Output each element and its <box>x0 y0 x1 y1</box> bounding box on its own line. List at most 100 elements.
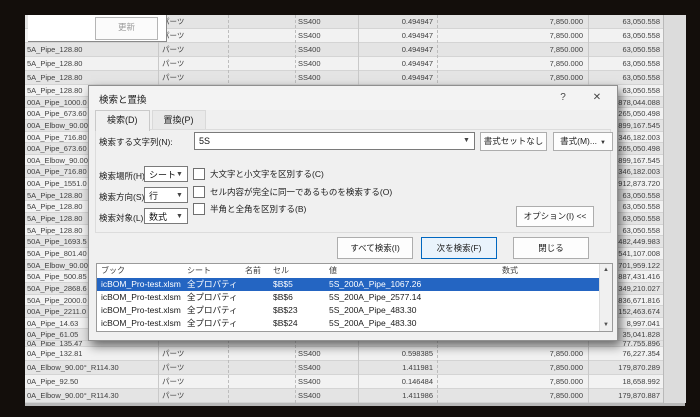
unit-weight-cell: 0.146484 <box>361 375 433 388</box>
header-sheet[interactable]: シート <box>187 264 211 278</box>
material-cell: SS400 <box>298 43 363 56</box>
total-weight-cell: 63,050.558 <box>525 71 660 84</box>
find-all-button[interactable]: すべて検索(I) <box>337 237 413 259</box>
part-type-cell: パーツ <box>162 43 226 56</box>
part-name-cell: 0A_Elbow_90.00°_R114.30 <box>27 361 157 374</box>
window-bottom-edge <box>25 403 685 406</box>
result-row[interactable]: icBOM_Pro-test.xlsm全プロパティ$B$245S_200A_Pi… <box>97 317 600 330</box>
chevron-down-icon: ▼ <box>173 189 186 201</box>
search-within-select[interactable]: シート ▼ <box>144 166 188 182</box>
material-cell <box>298 341 363 346</box>
close-icon[interactable]: ✕ <box>585 89 609 106</box>
results-header-row: ブック シート 名前 セル 値 数式 <box>97 264 600 279</box>
header-value[interactable]: 値 <box>329 264 337 278</box>
find-next-button[interactable]: 次を検索(F) <box>421 237 497 259</box>
unit-weight-cell: 1.411986 <box>361 389 433 402</box>
material-cell: SS400 <box>298 389 363 402</box>
search-within-label: 検索場所(H): <box>99 170 147 182</box>
part-name-cell: 5A_Pipe_128.80 <box>27 43 157 56</box>
checkbox-icon[interactable] <box>193 168 205 180</box>
options-toggle-button[interactable]: オプション(I) << <box>516 206 594 227</box>
format-status-button: 書式セットなし <box>480 132 547 151</box>
result-value: 5S_200A_Pipe_2577.14 <box>329 291 421 304</box>
scroll-down-icon[interactable]: ▼ <box>600 319 612 331</box>
part-type-cell <box>162 341 226 346</box>
unit-weight-cell: 0.494947 <box>361 57 433 70</box>
part-type-cell: パーツ <box>162 15 226 28</box>
result-value: 5S_200A_Pipe_1067.26 <box>329 278 421 291</box>
part-type-cell: パーツ <box>162 71 226 84</box>
total-weight-cell: 76,227.354 <box>525 347 660 360</box>
unit-weight-cell: 1.411981 <box>361 361 433 374</box>
header-book[interactable]: ブック <box>101 264 125 278</box>
total-weight-cell: 18,658.992 <box>525 375 660 388</box>
tab-replace[interactable]: 置換(P) <box>152 110 206 129</box>
result-book: icBOM_Pro-test.xlsm <box>101 278 181 291</box>
search-input[interactable]: 5S ▼ <box>194 132 475 150</box>
checkbox-icon[interactable] <box>193 186 205 198</box>
sheet-row: 5A_Pipe_128.80パーツSS4000.4949477,850.0006… <box>25 57 663 71</box>
result-row[interactable]: icBOM_Pro-test.xlsm全プロパティ$B$65S_200A_Pip… <box>97 291 600 304</box>
search-direction-select[interactable]: 行 ▼ <box>144 187 188 203</box>
dialog-tabs: 検索(D) 置換(P) <box>95 110 208 130</box>
sheet-bottom-rows: 0A_Pipe_135.4777,755.8960A_Pipe_132.81パー… <box>25 341 663 403</box>
result-row[interactable]: icBOM_Pro-test.xlsm全プロパティ$B$55S_200A_Pip… <box>97 278 600 291</box>
unit-weight-cell: 0.494947 <box>361 71 433 84</box>
sheet-row: 0A_Elbow_90.00°_R114.30パーツSS4001.4119817… <box>25 361 663 375</box>
results-rows: icBOM_Pro-test.xlsm全プロパティ$B$55S_200A_Pip… <box>97 278 600 331</box>
result-sheet: 全プロパティ <box>187 278 238 291</box>
result-cell-ref: $B$24 <box>273 317 298 330</box>
format-button[interactable]: 書式(M)...▼ <box>553 132 613 151</box>
result-book: icBOM_Pro-test.xlsm <box>101 317 181 330</box>
match-entire-cell-option[interactable]: セル内容が完全に同一であるものを検索する(O) <box>193 185 392 198</box>
sheet-row: 0A_Pipe_92.50パーツSS4000.1464847,850.00018… <box>25 375 663 389</box>
unit-weight-cell: 0.494947 <box>361 43 433 56</box>
result-book: icBOM_Pro-test.xlsm <box>101 291 181 304</box>
material-cell: SS400 <box>298 29 363 42</box>
header-name[interactable]: 名前 <box>245 264 261 278</box>
update-panel: 更新 <box>28 15 167 42</box>
part-type-cell: パーツ <box>162 347 226 360</box>
total-weight-cell: 63,050.558 <box>525 29 660 42</box>
result-book: icBOM_Pro-test.xlsm <box>101 304 181 317</box>
material-cell: SS400 <box>298 15 363 28</box>
result-row[interactable]: icBOM_Pro-test.xlsm全プロパティ$B$235S_200A_Pi… <box>97 304 600 317</box>
part-name-cell: 0A_Elbow_90.00°_R114.30 <box>27 389 157 402</box>
unit-weight-cell: 0.494947 <box>361 15 433 28</box>
dialog-titlebar[interactable]: 検索と置換 ? ✕ <box>89 86 617 110</box>
match-byte-width-label: 半角と全角を区別する(B) <box>210 203 306 215</box>
part-name-cell: 0A_Pipe_132.81 <box>27 347 157 360</box>
sheet-row: 0A_Elbow_90.00°_R114.30パーツSS4001.4119867… <box>25 389 663 403</box>
part-type-cell: パーツ <box>162 375 226 388</box>
tab-find[interactable]: 検索(D) <box>95 110 150 131</box>
help-icon[interactable]: ? <box>551 89 575 106</box>
update-button[interactable]: 更新 <box>95 17 158 40</box>
material-cell: SS400 <box>298 347 363 360</box>
checkbox-icon[interactable] <box>193 203 205 215</box>
results-scrollbar[interactable]: ▲ ▼ <box>599 264 612 331</box>
dialog-title: 検索と置換 <box>99 92 147 106</box>
sheet-row: 5A_Pipe_128.80パーツSS4000.4949477,850.0006… <box>25 43 663 57</box>
close-button[interactable]: 閉じる <box>513 237 589 259</box>
match-case-option[interactable]: 大文字と小文字を区別する(C) <box>193 167 324 180</box>
chevron-down-icon[interactable]: ▼ <box>460 134 473 148</box>
search-direction-label: 検索方向(S): <box>99 191 147 203</box>
sheet-row: 5A_Pipe_128.80パーツSS4000.4949477,850.0006… <box>25 71 663 85</box>
header-formula[interactable]: 数式 <box>502 264 518 278</box>
material-cell: SS400 <box>298 375 363 388</box>
search-target-select[interactable]: 数式 ▼ <box>144 208 188 224</box>
search-target-label: 検索対象(L): <box>99 212 146 224</box>
result-value: 5S_200A_Pipe_483.30 <box>329 304 416 317</box>
chevron-down-icon: ▼ <box>173 210 186 222</box>
unit-weight-cell: 0.494947 <box>361 29 433 42</box>
total-weight-cell: 63,050.558 <box>525 15 660 28</box>
scroll-up-icon[interactable]: ▲ <box>600 264 612 276</box>
sheet-row: 0A_Pipe_132.81パーツSS4000.5983857,850.0007… <box>25 347 663 361</box>
search-direction-value: 行 <box>149 188 158 204</box>
result-cell-ref: $B$6 <box>273 291 293 304</box>
part-name-cell: 5A_Pipe_128.80 <box>27 71 157 84</box>
match-byte-width-option[interactable]: 半角と全角を区別する(B) <box>193 202 306 215</box>
match-case-label: 大文字と小文字を区別する(C) <box>210 168 324 180</box>
header-cell[interactable]: セル <box>273 264 289 278</box>
part-type-cell: パーツ <box>162 29 226 42</box>
